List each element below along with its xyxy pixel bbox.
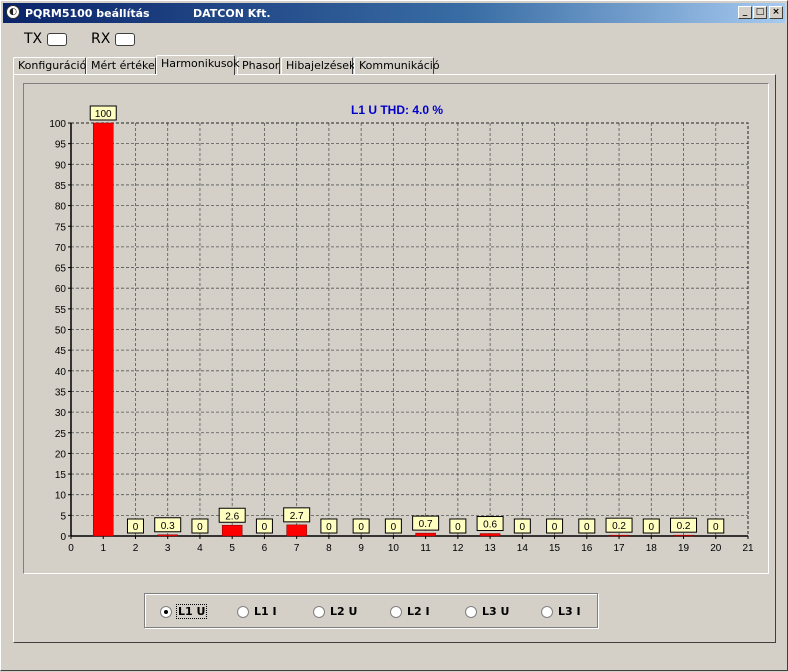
y-tick-label: 40 — [55, 367, 67, 378]
data-label: 0 — [649, 522, 655, 533]
y-tick-label: 35 — [55, 387, 67, 398]
data-label: 0 — [552, 522, 558, 533]
y-tick-label: 70 — [55, 243, 67, 254]
y-tick-label: 25 — [55, 429, 67, 440]
y-tick-label: 50 — [55, 326, 67, 337]
y-tick-label: 95 — [55, 140, 67, 151]
radio-button-icon — [237, 606, 249, 618]
y-tick-label: 5 — [60, 511, 66, 522]
x-tick-label: 3 — [165, 543, 171, 554]
x-tick-label: 12 — [452, 543, 464, 554]
x-tick-label: 19 — [678, 543, 690, 554]
channel-selector: L1 U L1 I L2 U L2 I L3 U L3 I — [144, 593, 598, 628]
tab-harmonikusok[interactable]: Harmonikusok — [156, 55, 240, 75]
y-tick-label: 30 — [55, 408, 67, 419]
y-tick-label: 45 — [55, 346, 67, 357]
y-tick-label: 60 — [55, 284, 67, 295]
data-label: 0 — [713, 522, 719, 533]
x-tick-label: 7 — [294, 543, 300, 554]
data-label: 0.3 — [161, 521, 175, 532]
radio-selected-dot — [164, 610, 168, 614]
y-tick-label: 0 — [60, 532, 66, 543]
radio-button-icon — [541, 606, 553, 618]
radio-button-icon — [160, 606, 172, 618]
data-label: 0 — [133, 522, 139, 533]
data-label: 0 — [584, 522, 590, 533]
radio-label: L1 U — [175, 604, 208, 619]
y-tick-label: 15 — [55, 470, 67, 481]
data-label: 2.7 — [290, 511, 304, 522]
radio-label: L1 I — [254, 605, 277, 618]
x-tick-label: 9 — [358, 543, 364, 554]
bar — [608, 534, 630, 537]
data-label: 0.6 — [483, 520, 497, 531]
data-label: 100 — [95, 109, 112, 120]
bar — [479, 533, 501, 537]
x-tick-label: 1 — [100, 543, 106, 554]
x-tick-label: 14 — [517, 543, 529, 554]
bar — [92, 122, 114, 537]
x-tick-label: 2 — [133, 543, 139, 554]
radio-label: L2 I — [407, 605, 430, 618]
x-tick-label: 6 — [262, 543, 268, 554]
y-tick-label: 85 — [55, 181, 67, 192]
radio-button-icon — [313, 606, 325, 618]
radio-button-icon — [465, 606, 477, 618]
harmonics-chart: 0510152025303540455055606570758085909510… — [49, 103, 754, 554]
x-tick-label: 17 — [613, 543, 625, 554]
y-tick-label: 55 — [55, 305, 67, 316]
data-label: 0 — [520, 522, 526, 533]
bar — [673, 534, 694, 537]
bar — [286, 524, 307, 537]
x-tick-label: 20 — [710, 543, 722, 554]
radio-label: L3 U — [482, 605, 510, 618]
x-tick-label: 11 — [420, 543, 431, 554]
y-tick-label: 100 — [49, 119, 66, 130]
radio-label: L3 I — [558, 605, 581, 618]
x-tick-label: 0 — [68, 543, 74, 554]
x-tick-label: 15 — [549, 543, 561, 554]
x-tick-label: 10 — [388, 543, 400, 554]
x-tick-label: 8 — [326, 543, 332, 554]
main-window: ◐ PQRM5100 beállítás DATCON Kft. _ □ × T… — [0, 0, 788, 671]
data-label: 0 — [197, 522, 203, 533]
chart-title: L1 U THD: 4.0 % — [351, 103, 443, 117]
data-label: 0 — [391, 522, 397, 533]
x-tick-label: 21 — [742, 543, 754, 554]
x-tick-label: 18 — [646, 543, 658, 554]
x-tick-label: 5 — [229, 543, 235, 554]
y-tick-label: 90 — [55, 160, 67, 171]
data-label: 0 — [262, 522, 268, 533]
y-tick-label: 10 — [55, 491, 67, 502]
y-tick-label: 20 — [55, 449, 67, 460]
data-label: 0.7 — [419, 519, 433, 530]
data-label: 0 — [326, 522, 332, 533]
x-tick-label: 16 — [581, 543, 593, 554]
y-tick-label: 75 — [55, 222, 67, 233]
bar — [415, 532, 436, 537]
data-label: 2.6 — [225, 511, 239, 522]
data-label: 0.2 — [677, 521, 691, 532]
radio-button-icon — [390, 606, 402, 618]
y-tick-label: 80 — [55, 202, 67, 213]
data-label: 0 — [358, 522, 364, 533]
x-tick-label: 13 — [485, 543, 497, 554]
y-tick-label: 65 — [55, 264, 67, 275]
bar — [157, 534, 178, 537]
bar — [221, 525, 243, 537]
radio-label: L2 U — [330, 605, 358, 618]
x-tick-label: 4 — [197, 543, 203, 554]
data-label: 0 — [455, 522, 461, 533]
data-label: 0.2 — [612, 521, 626, 532]
